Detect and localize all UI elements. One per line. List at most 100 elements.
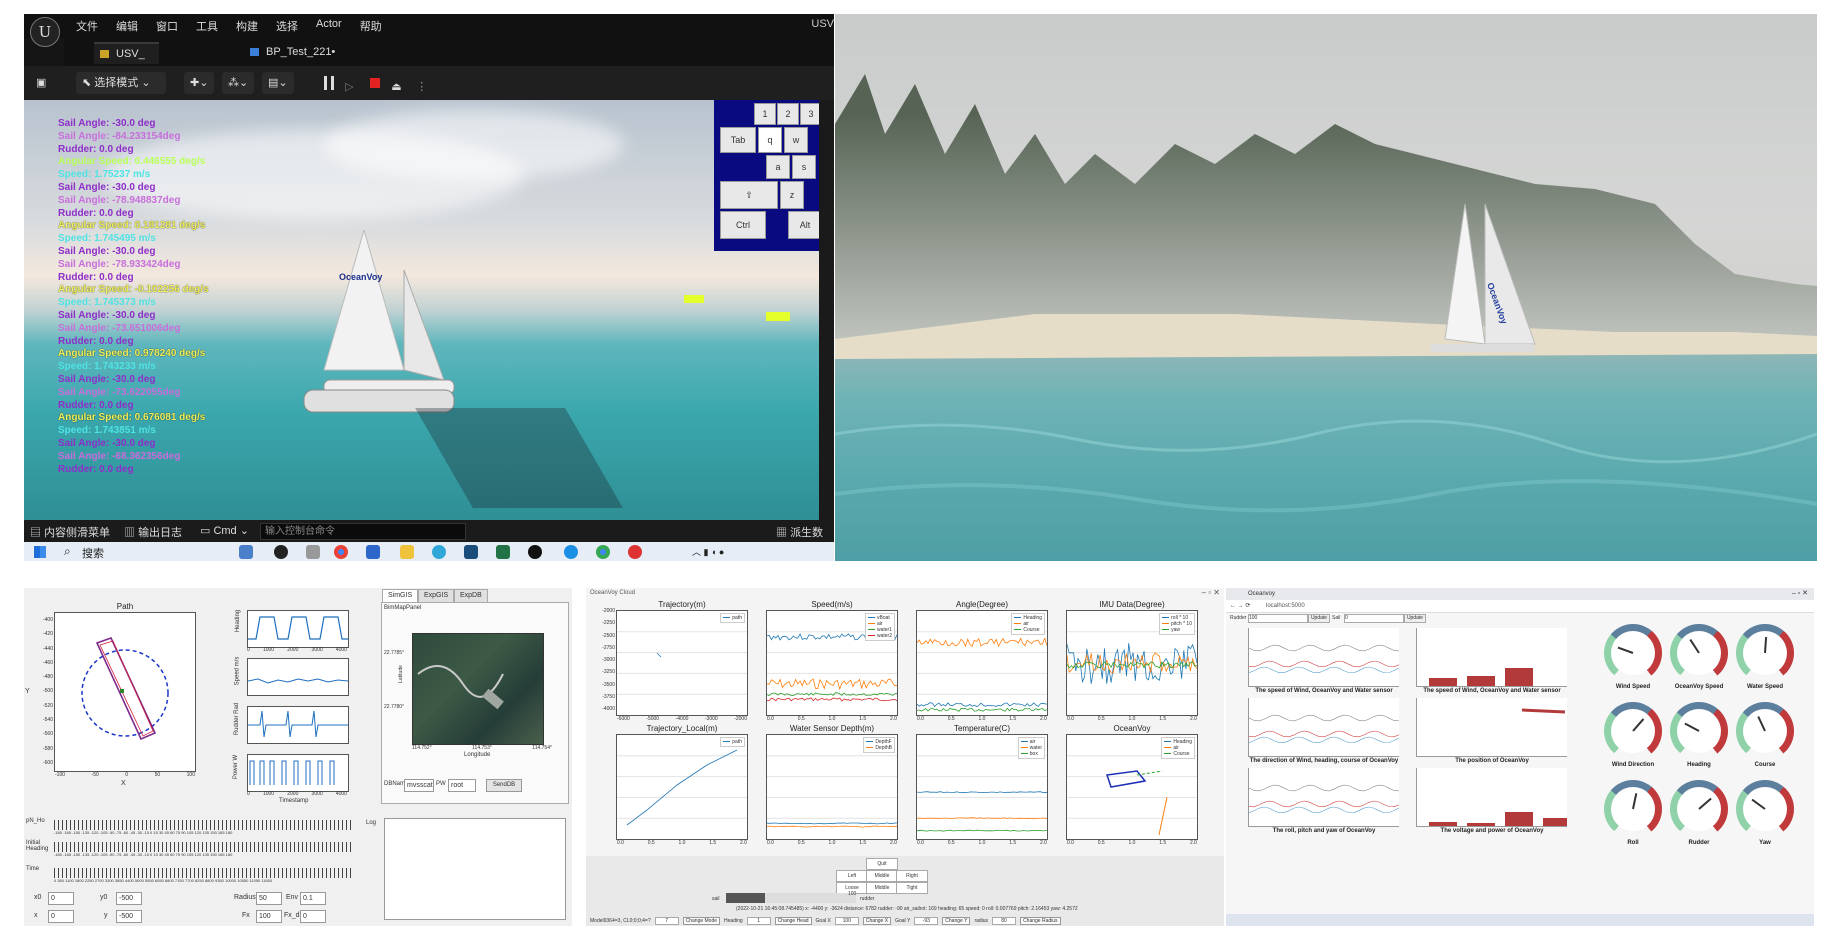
nav-back-icon[interactable]: ← → ⟳ xyxy=(1230,602,1250,609)
tab-level[interactable]: USV_ xyxy=(94,42,159,64)
middle-button[interactable]: Middle xyxy=(866,870,898,882)
key-w[interactable]: w xyxy=(784,127,808,153)
menu-edit[interactable]: 编辑 xyxy=(116,18,138,34)
task-view-icon[interactable] xyxy=(306,545,320,559)
dbname-input[interactable]: mvsscat xyxy=(404,779,434,792)
pw-input[interactable]: root xyxy=(448,779,476,792)
radius-spinbox[interactable]: 50 xyxy=(256,892,282,905)
url-input[interactable]: localhost:5000 xyxy=(1266,603,1305,609)
unreal-logo-icon[interactable]: U xyxy=(30,17,60,47)
menu-actor[interactable]: Actor xyxy=(316,18,342,34)
app-icon[interactable] xyxy=(496,545,510,559)
middle-sail-button[interactable]: Middle xyxy=(866,882,898,894)
quit-button[interactable]: Quit xyxy=(866,858,898,870)
update-rudder-button[interactable]: Update xyxy=(1308,614,1330,623)
cmd-dropdown[interactable]: ▭ Cmd ⌄ xyxy=(200,524,249,537)
tab-expdb[interactable]: ExpDB xyxy=(454,589,488,603)
tab-simgis[interactable]: SimGIS xyxy=(382,589,419,603)
send-db-button[interactable]: SendDB xyxy=(486,779,522,792)
content-drawer-button[interactable]: ▤ 内容侧滑菜单 xyxy=(30,524,110,540)
menu-help[interactable]: 帮助 xyxy=(360,18,382,34)
step-icon[interactable]: ▷ xyxy=(345,76,359,93)
env-spinbox[interactable]: 0.1 xyxy=(300,892,326,905)
x0-spinbox[interactable]: 0 xyxy=(48,892,74,905)
x-spinbox[interactable]: 0 xyxy=(48,910,74,923)
tab-blueprint[interactable]: BP_Test_221• xyxy=(244,42,349,62)
search-icon[interactable]: ⌕ xyxy=(64,544,71,559)
key-alt[interactable]: Alt xyxy=(788,211,819,239)
command-input[interactable]: 80 xyxy=(992,916,1017,925)
tight-button[interactable]: Tight xyxy=(896,882,928,894)
right-button[interactable]: Right xyxy=(896,870,928,882)
slider-time[interactable] xyxy=(54,868,354,878)
pause-icon[interactable] xyxy=(324,76,334,91)
edge-icon[interactable] xyxy=(432,545,446,559)
menu-select[interactable]: 选择 xyxy=(276,18,298,34)
app-icon[interactable] xyxy=(464,545,478,559)
app-icon[interactable] xyxy=(274,545,288,559)
taskbar-search[interactable]: 搜索 xyxy=(82,545,104,561)
stop-icon[interactable] xyxy=(370,78,381,89)
console-command-input[interactable]: 输入控制台命令 xyxy=(260,523,466,540)
y0-spinbox[interactable]: -500 xyxy=(116,892,142,905)
command-button[interactable]: Change Radius xyxy=(1020,916,1061,925)
menu-tools[interactable]: 工具 xyxy=(196,18,218,34)
browser-tab[interactable]: Oceanvoy xyxy=(1248,591,1275,597)
key-z[interactable]: z xyxy=(780,181,804,209)
eject-icon[interactable]: ⏏ xyxy=(391,76,405,93)
key-3[interactable]: 3 xyxy=(800,103,819,125)
select-mode-dropdown[interactable]: ⬉ 选择模式 ⌄ xyxy=(76,72,166,94)
output-log-button[interactable]: ▥ 输出日志 xyxy=(124,524,182,540)
satellite-map[interactable] xyxy=(412,633,544,745)
folder-icon[interactable] xyxy=(400,545,414,559)
command-input[interactable]: -93 xyxy=(914,916,939,925)
left-button[interactable]: Left xyxy=(836,870,868,882)
unreal-taskbar-icon[interactable] xyxy=(528,545,542,559)
fx-spinbox[interactable]: 100 xyxy=(256,910,282,923)
menu-build[interactable]: 构建 xyxy=(236,18,258,34)
cinematics-button[interactable]: ▤⌄ xyxy=(262,72,294,94)
command-input[interactable]: 7 xyxy=(654,916,679,925)
blueprint-button[interactable]: ⁂⌄ xyxy=(222,72,255,94)
key-a[interactable]: a xyxy=(766,155,790,179)
add-actor-button[interactable]: ✚⌄ xyxy=(184,72,215,94)
update-sail-button[interactable]: Update xyxy=(1404,614,1426,623)
app-icon[interactable] xyxy=(628,545,642,559)
tab-expgis[interactable]: ExpGIS xyxy=(418,589,455,603)
chrome-icon[interactable] xyxy=(334,545,348,559)
sail-slider[interactable] xyxy=(726,893,856,903)
log-textbox[interactable] xyxy=(384,818,566,920)
save-icon[interactable]: ▣ xyxy=(30,72,52,94)
y-spinbox[interactable]: -500 xyxy=(116,910,142,923)
key-tab[interactable]: Tab xyxy=(720,127,756,153)
key-shift[interactable]: ⇧ xyxy=(720,181,778,209)
app-icon[interactable] xyxy=(564,545,578,559)
app-icon[interactable] xyxy=(239,545,253,559)
menu-window[interactable]: 窗口 xyxy=(156,18,178,34)
key-2[interactable]: 2 xyxy=(777,103,799,125)
store-icon[interactable] xyxy=(366,545,380,559)
rudder-input[interactable]: 100 xyxy=(1248,614,1308,623)
slider-initial-heading[interactable] xyxy=(54,842,354,852)
tray-icons[interactable]: ︿ ▮ ◖ ● xyxy=(692,545,724,558)
command-button[interactable]: Change X xyxy=(862,916,892,925)
key-1[interactable]: 1 xyxy=(754,103,776,125)
command-button[interactable]: Change Y xyxy=(942,916,971,925)
key-s[interactable]: s xyxy=(792,155,816,179)
slider-pn-ho[interactable] xyxy=(54,820,354,830)
command-input[interactable]: 100 xyxy=(834,916,859,925)
key-ctrl[interactable]: Ctrl xyxy=(720,211,766,239)
command-button[interactable]: Change Head xyxy=(774,916,812,925)
command-button[interactable]: Change Mode xyxy=(682,916,721,925)
key-q[interactable]: q xyxy=(758,127,782,153)
more-options-icon[interactable]: ⋮ xyxy=(416,76,430,93)
command-input[interactable]: 1 xyxy=(746,916,771,925)
menu-file[interactable]: 文件 xyxy=(76,18,98,34)
windows-start-icon[interactable] xyxy=(34,546,46,558)
game-viewport[interactable]: OceanVoy Sail Angle: -30.0 deg Sail Angle… xyxy=(24,100,819,520)
window-controls[interactable]: – ▫ ✕ xyxy=(1792,589,1808,597)
fxd-spinbox[interactable]: 0 xyxy=(300,910,326,923)
chrome-icon[interactable] xyxy=(596,545,610,559)
sail-input[interactable]: 0 xyxy=(1344,614,1404,623)
window-controls[interactable]: – ▫ ✕ xyxy=(1202,588,1220,597)
